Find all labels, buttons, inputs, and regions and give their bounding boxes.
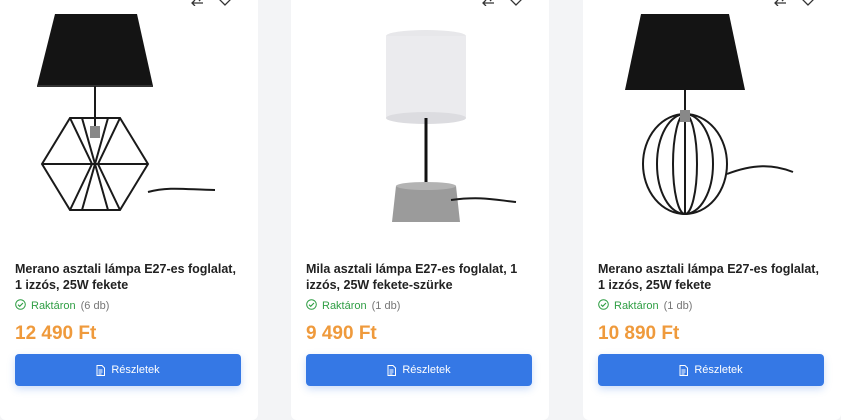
stock-quantity: (6 db) (80, 300, 110, 312)
details-button[interactable]: Részletek (306, 354, 532, 386)
document-icon (96, 364, 106, 376)
details-button-label: Részletek (111, 364, 160, 376)
product-price: 12 490 Ft (15, 323, 97, 344)
heart-icon[interactable] (801, 0, 815, 6)
details-button-label: Részletek (402, 364, 451, 376)
stock-status: Raktáron (6 db) (15, 299, 109, 313)
product-price: 10 890 Ft (598, 323, 680, 344)
heart-icon[interactable] (509, 0, 523, 6)
compare-icon[interactable] (190, 0, 204, 6)
details-button[interactable]: Részletek (15, 354, 241, 386)
product-image[interactable] (311, 14, 529, 224)
document-icon (387, 364, 397, 376)
product-price: 9 490 Ft (306, 323, 377, 344)
product-image[interactable] (603, 14, 821, 224)
compare-icon[interactable] (481, 0, 495, 6)
details-button-label: Részletek (694, 364, 743, 376)
check-circle-icon (306, 299, 317, 313)
stock-status: Raktáron (1 db) (306, 299, 400, 313)
stock-quantity: (1 db) (371, 300, 401, 312)
product-image[interactable] (20, 14, 238, 224)
product-card: Merano asztali lámpa E27-es foglalat, 1 … (0, 0, 258, 420)
product-title[interactable]: Mila asztali lámpa E27-es foglalat, 1 iz… (306, 261, 534, 293)
heart-icon[interactable] (218, 0, 232, 6)
stock-quantity: (1 db) (663, 300, 693, 312)
compare-icon[interactable] (773, 0, 787, 6)
stock-label: Raktáron (614, 300, 659, 312)
stock-status: Raktáron (1 db) (598, 299, 692, 313)
details-button[interactable]: Részletek (598, 354, 824, 386)
stock-label: Raktáron (31, 300, 76, 312)
product-title[interactable]: Merano asztali lámpa E27-es foglalat, 1 … (15, 261, 243, 293)
product-card: Merano asztali lámpa E27-es foglalat, 1 … (583, 0, 841, 420)
check-circle-icon (15, 299, 26, 313)
product-card: Mila asztali lámpa E27-es foglalat, 1 iz… (291, 0, 549, 420)
stock-label: Raktáron (322, 300, 367, 312)
document-icon (679, 364, 689, 376)
product-title[interactable]: Merano asztali lámpa E27-es foglalat, 1 … (598, 261, 826, 293)
check-circle-icon (598, 299, 609, 313)
